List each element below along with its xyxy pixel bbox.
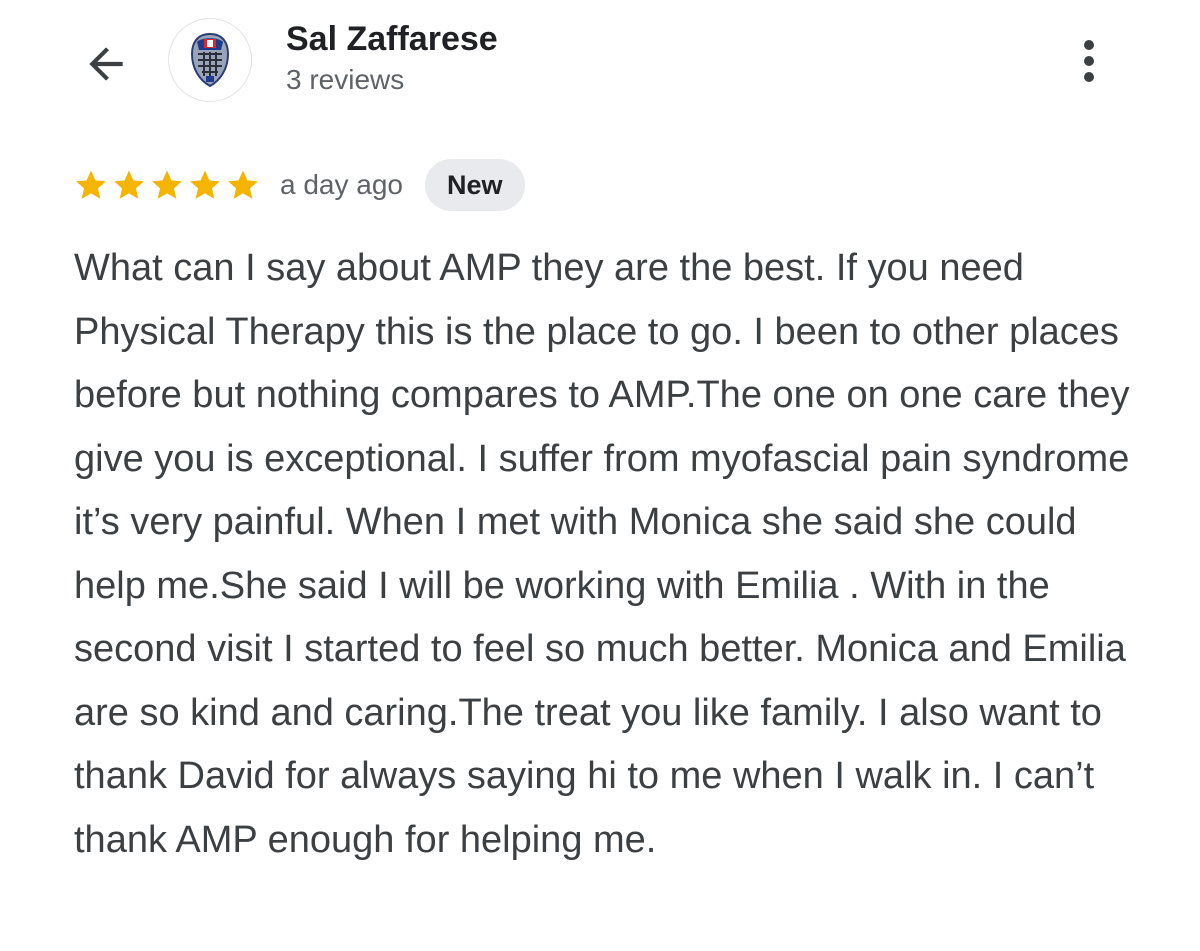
avatar[interactable] (168, 18, 252, 102)
reviewer-name[interactable]: Sal Zaffarese (286, 20, 498, 59)
star-icon (190, 170, 220, 199)
more-vert-icon (1084, 37, 1094, 85)
star-icon (76, 170, 106, 199)
star-icon (228, 170, 258, 199)
star-icon (152, 170, 182, 199)
review-time: a day ago (280, 169, 403, 200)
star-icon (114, 170, 144, 199)
arrow-back-icon (89, 47, 123, 81)
new-badge: New (425, 159, 525, 211)
review-meta: a day ago New (74, 158, 525, 212)
review-count: 3 reviews (286, 64, 405, 95)
more-options-button[interactable] (1064, 36, 1114, 86)
star-rating (74, 168, 264, 202)
review-text: What can I say about AMP they are the be… (74, 247, 1130, 861)
goalie-mask-icon (190, 32, 230, 88)
review-header: Sal Zaffarese 3 reviews (0, 0, 1200, 130)
back-button[interactable] (78, 36, 134, 92)
